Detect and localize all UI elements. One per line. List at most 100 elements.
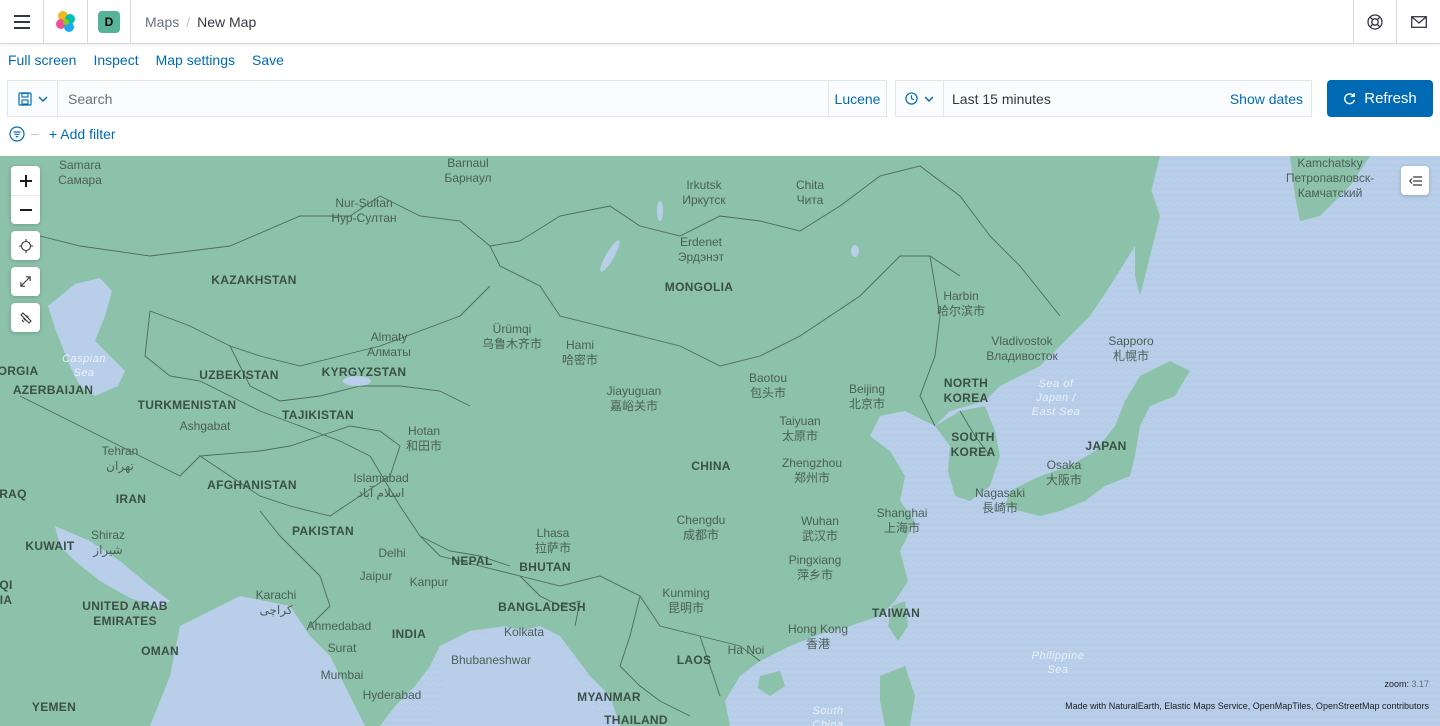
menu-button[interactable]: [0, 0, 43, 43]
filter-bar: + Add filter: [9, 124, 116, 144]
saved-query-button[interactable]: [8, 81, 58, 116]
date-picker: Last 15 minutes Show dates: [895, 80, 1312, 117]
divider: [31, 133, 39, 135]
map-label-country: ORGIA: [0, 364, 39, 378]
minus-icon: [19, 209, 32, 211]
map-label-country: NORTH KOREA: [943, 376, 989, 405]
show-dates-button[interactable]: Show dates: [1230, 91, 1311, 107]
map-label-city: Karachi کراچی: [255, 588, 297, 617]
add-filter-button[interactable]: + Add filter: [49, 126, 116, 142]
map-label-country: MYANMAR: [577, 690, 641, 704]
quick-menu-button[interactable]: [896, 81, 944, 116]
help-button[interactable]: [1354, 0, 1396, 43]
hamburger-icon: [13, 14, 30, 29]
expand-icon: [20, 276, 31, 287]
help-lifebuoy-icon: [1367, 13, 1383, 30]
map-label-city: Pingxiang 萍乡市: [788, 553, 842, 582]
fit-to-data-button[interactable]: [11, 267, 40, 296]
map-label-country: CHINA: [691, 459, 731, 473]
map-label-city: Shanghai 上海市: [876, 506, 928, 535]
map-label-country: KUWAIT: [25, 539, 75, 553]
map-label-country: LAOS: [676, 653, 712, 667]
map-label-sea: Caspian Sea: [62, 353, 106, 379]
space-avatar: D: [98, 10, 120, 33]
tools-button[interactable]: [11, 303, 40, 332]
breadcrumb-maps[interactable]: Maps: [145, 14, 179, 30]
map-label-city: Chita Чита: [795, 178, 825, 207]
divider: [130, 0, 131, 43]
map-label-city: Kanpur: [409, 575, 449, 589]
filter-options-icon[interactable]: [9, 126, 25, 142]
map-label-city: Hotan 和田市: [405, 424, 443, 453]
wrench-icon: [19, 311, 32, 324]
map-label-country: AZERBAIJAN: [12, 383, 94, 397]
zoom-label: zoom:: [1384, 679, 1409, 689]
map-label-country: OMAN: [141, 644, 179, 658]
menu-left-icon: [1408, 175, 1422, 186]
map-label-country: BANGLADESH: [498, 600, 586, 614]
mail-icon: [1410, 15, 1427, 28]
top-nav-menu: Full screen Inspect Map settings Save: [8, 52, 284, 72]
map-label-city: Irkutsk Иркутск: [682, 178, 726, 207]
map-label-city: Samara Самара: [58, 158, 102, 187]
zoom-in-button[interactable]: [11, 166, 40, 195]
elastic-logo-icon: [55, 10, 75, 32]
map-canvas[interactable]: Samara Самара Barnaul Барнаул Irkutsk Иркутск…: [0, 156, 1440, 726]
breadcrumb: Maps / New Map: [145, 0, 256, 43]
plus-icon: [19, 174, 32, 187]
full-screen-link[interactable]: Full screen: [8, 52, 76, 72]
map-label-country: QI IA: [0, 578, 13, 607]
map-label-city: Taiyuan 太原市: [779, 414, 821, 443]
map-label-city: Islamabad اسلام آباد: [353, 471, 409, 500]
map-label-city: Kunming 昆明市: [662, 586, 710, 615]
refresh-button[interactable]: Refresh: [1327, 80, 1433, 117]
map-label-city: Lhasa 拉萨市: [534, 526, 572, 555]
crosshair-icon: [18, 238, 33, 253]
map-attribution: Made with NaturalEarth, Elastic Maps Ser…: [1065, 701, 1429, 711]
fit-bounds-control: [11, 267, 40, 296]
date-range-label[interactable]: Last 15 minutes: [944, 91, 1230, 107]
map-label-country: NEPAL: [451, 554, 493, 568]
space-selector[interactable]: D: [88, 0, 130, 43]
map-label-city: Vladivostok Владивосток: [986, 334, 1058, 363]
map-label-city: Jiayuguan 嘉峪关市: [606, 384, 662, 413]
chevron-down-icon: [924, 96, 934, 102]
query-bar: Lucene: [7, 80, 887, 117]
map-label-city: Kolkata: [503, 625, 545, 639]
map-label-city: Ashgabat: [179, 419, 231, 433]
map-label-city: Wuhan 武汉市: [801, 514, 839, 543]
refresh-label: Refresh: [1364, 90, 1417, 107]
map-label-city: Kamchatsky Петропавловск- Камчатский: [1285, 156, 1375, 200]
map-label-country: TAIWAN: [871, 606, 921, 620]
map-label-country: UZBEKISTAN: [199, 368, 279, 382]
map-label-country: TAJIKISTAN: [282, 408, 354, 422]
map-label-country: BHUTAN: [519, 560, 571, 574]
zoom-value: 3.17: [1411, 679, 1429, 689]
save-link[interactable]: Save: [252, 52, 284, 72]
newsfeed-button[interactable]: [1397, 0, 1440, 43]
set-view-button[interactable]: [11, 231, 40, 260]
breadcrumb-separator: /: [186, 13, 191, 30]
inspect-link[interactable]: Inspect: [93, 52, 138, 72]
map-label-city: Mumbai: [320, 668, 364, 682]
map-label-city: Erdenet Эрдэнэт: [677, 235, 725, 264]
map-label-country: PAKISTAN: [292, 524, 354, 538]
map-label-country: JAPAN: [1085, 439, 1127, 453]
map-label-city: Chengdu 成都市: [676, 513, 726, 542]
map-label-country: KAZAKHSTAN: [211, 273, 297, 287]
map-label-city: Hyderabad: [362, 688, 422, 702]
map-label-city: Bhubaneshwar: [450, 653, 532, 667]
search-input[interactable]: [58, 81, 828, 116]
query-language-button[interactable]: Lucene: [828, 81, 886, 116]
set-view-control: [11, 231, 40, 260]
map-label-city: Harbin 哈尔滨市: [936, 289, 986, 318]
zoom-out-button[interactable]: [11, 195, 40, 224]
map-label-country: KYRGYZSTAN: [321, 365, 407, 379]
map-label-sea: Sea of Japan / East Sea: [1031, 378, 1081, 418]
map-settings-link[interactable]: Map settings: [156, 52, 235, 72]
layer-control-toggle[interactable]: [1401, 166, 1429, 195]
map-label-country: RAQ: [0, 487, 27, 501]
elastic-logo-button[interactable]: [44, 0, 87, 43]
map-label-city: Hong Kong 香港: [787, 622, 849, 651]
map-label-city: Ahmedabad: [306, 619, 372, 633]
